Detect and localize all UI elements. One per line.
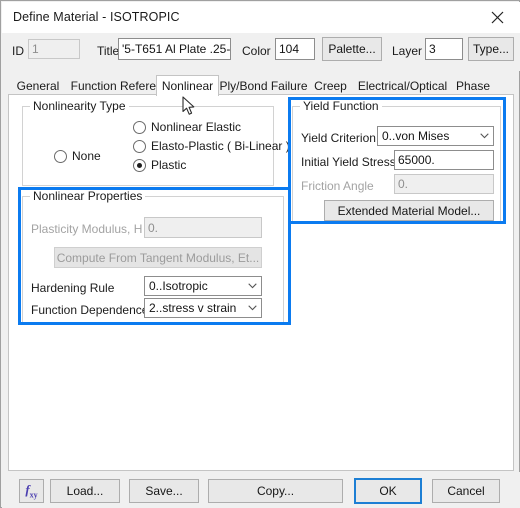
radio-none-label: None [72, 149, 101, 163]
cancel-button[interactable]: Cancel [432, 479, 500, 503]
yield-criterion-label: Yield Criterion [301, 131, 376, 145]
radio-nonlinear-elastic-indicator [133, 120, 146, 134]
tab-general[interactable]: General [8, 77, 68, 95]
color-input[interactable]: 104 [275, 38, 315, 60]
plasticity-modulus-label: Plasticity Modulus, H [31, 222, 143, 236]
layer-input[interactable]: 3 [425, 38, 463, 60]
function-dependence-label: Function Dependence [31, 303, 149, 317]
friction-angle-input: 0. [394, 174, 494, 194]
title-label: Title [97, 44, 120, 58]
id-field: 1 [28, 39, 80, 59]
chevron-down-icon [247, 303, 257, 313]
load-button[interactable]: Load... [50, 479, 120, 503]
tab-creep[interactable]: Creep [308, 77, 353, 95]
yield-criterion-combo[interactable]: 0..von Mises [377, 126, 494, 146]
close-icon[interactable] [474, 2, 520, 33]
hardening-rule-value: 0..Isotropic [149, 279, 208, 293]
function-dependence-value: 2..stress v strain [149, 301, 237, 315]
copy-button[interactable]: Copy... [208, 479, 343, 503]
yield-function-title: Yield Function [300, 99, 382, 113]
ok-button[interactable]: OK [354, 478, 422, 504]
tab-strip: General Function References Nonlinear Pl… [8, 75, 514, 96]
dialog-footer: fxy Load... Save... Copy... OK Cancel [2, 472, 520, 508]
title-input[interactable]: '5-T651 Al Plate .25-.5 [118, 38, 231, 60]
tab-electrical-optical[interactable]: Electrical/Optical [351, 77, 454, 95]
radio-nonlinear-elastic-label: Nonlinear Elastic [151, 120, 242, 134]
initial-yield-stress-label: Initial Yield Stress [301, 155, 396, 169]
chevron-down-icon [247, 281, 257, 291]
window-title: Define Material - ISOTROPIC [13, 10, 180, 24]
function-xy-icon-button[interactable]: fxy [19, 479, 44, 503]
hardening-rule-label: Hardening Rule [31, 281, 115, 295]
nonlinear-tab-panel: Nonlinearity Type None Nonlinear Elastic… [8, 94, 514, 471]
nonlinearity-type-group: Nonlinearity Type None Nonlinear Elastic… [22, 99, 290, 186]
radio-elasto-plastic-label: Elasto-Plastic ( Bi-Linear ) [151, 139, 290, 153]
palette-button[interactable]: Palette... [322, 37, 382, 61]
initial-yield-stress-input[interactable]: 65000. [394, 150, 494, 170]
radio-plastic[interactable]: Plastic [133, 158, 186, 172]
radio-elasto-plastic-indicator [133, 139, 146, 153]
define-material-dialog: Define Material - ISOTROPIC ID 1 Title '… [0, 0, 520, 508]
color-label: Color [242, 44, 271, 58]
tab-ply-bond-failure[interactable]: Ply/Bond Failure [215, 77, 312, 95]
hardening-rule-combo[interactable]: 0..Isotropic [144, 276, 262, 296]
chevron-down-icon [479, 131, 489, 141]
plasticity-modulus-input: 0. [144, 217, 262, 238]
radio-none-indicator [54, 149, 67, 163]
function-xy-icon: fxy [25, 481, 38, 500]
function-dependence-combo[interactable]: 2..stress v strain [144, 298, 262, 318]
tab-nonlinear[interactable]: Nonlinear [156, 75, 219, 96]
yield-function-group: Yield Function Yield Criterion 0..von Mi… [292, 99, 501, 223]
radio-elasto-plastic[interactable]: Elasto-Plastic ( Bi-Linear ) [133, 139, 290, 153]
radio-plastic-label: Plastic [151, 158, 187, 172]
radio-plastic-indicator [133, 158, 146, 172]
save-button[interactable]: Save... [129, 479, 199, 503]
nonlinear-properties-group: Nonlinear Properties Plasticity Modulus,… [22, 189, 284, 323]
radio-none[interactable]: None [54, 149, 101, 163]
extended-material-model-button[interactable]: Extended Material Model... [324, 200, 494, 221]
compute-from-tangent-modulus-button: Compute From Tangent Modulus, Et... [54, 247, 262, 268]
friction-angle-label: Friction Angle [301, 179, 374, 193]
type-button[interactable]: Type... [468, 37, 514, 61]
id-label: ID [12, 44, 24, 58]
layer-label: Layer [392, 44, 423, 58]
radio-nonlinear-elastic[interactable]: Nonlinear Elastic [133, 120, 241, 134]
header-field-row: ID 1 Title '5-T651 Al Plate .25-.5 Color… [2, 33, 520, 71]
tab-phase[interactable]: Phase [452, 77, 494, 95]
title-bar: Define Material - ISOTROPIC [2, 2, 520, 33]
yield-criterion-value: 0..von Mises [382, 129, 450, 143]
nonlinearity-type-title: Nonlinearity Type [30, 99, 129, 113]
nonlinear-properties-title: Nonlinear Properties [30, 189, 146, 203]
